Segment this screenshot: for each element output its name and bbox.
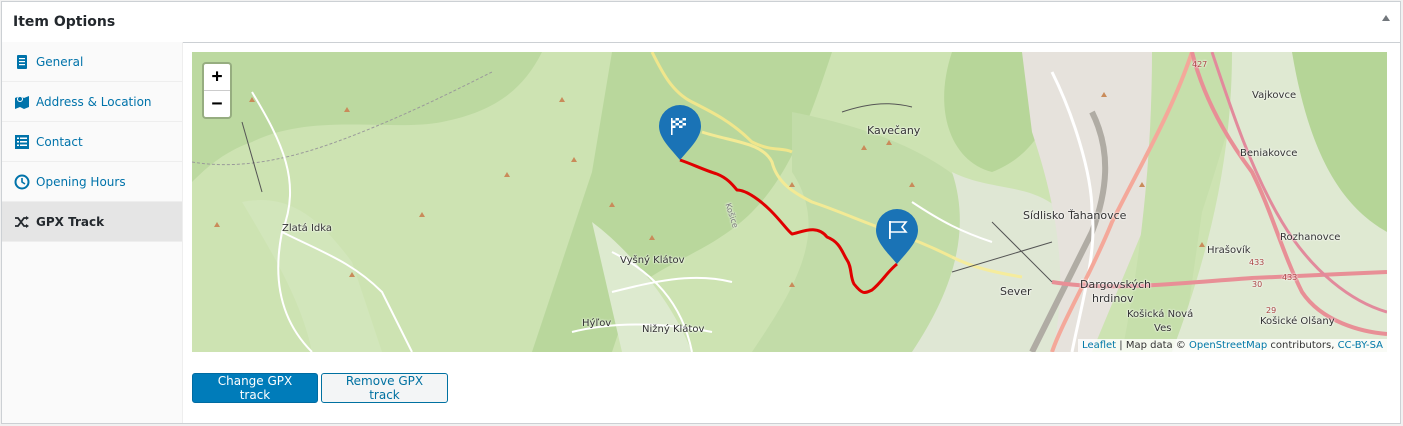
tab-opening-hours[interactable]: Opening Hours [2,162,182,202]
tab-label: Contact [36,134,83,149]
map-label: Košická Nová [1127,309,1194,320]
map-label: Vyšný Klátov [620,255,685,266]
map-label: Ves [1154,323,1172,334]
map-attribution: Leaflet | Map data © OpenStreetMap contr… [1078,339,1387,352]
map-label: Beniakovce [1240,148,1298,159]
tab-label: General [36,54,84,69]
map-label: Rozhanovce [1280,232,1341,243]
metabox-title: Item Options [13,14,116,30]
license-link[interactable]: CC-BY-SA [1338,340,1383,351]
options-tabs: General Address & Location Contact Openi… [2,42,183,423]
road-label: 427 [1192,60,1208,69]
tab-label: Opening Hours [36,174,126,189]
road-label: 29 [1266,306,1277,315]
zoom-out-button[interactable]: − [204,91,230,117]
gpx-map[interactable]: Zlatá Idka Vyšný Klátov Nižný Klátov Hýľ… [192,52,1387,352]
osm-link[interactable]: OpenStreetMap [1189,340,1267,351]
map-label: Dargovských [1080,278,1152,291]
map-label: hrdinov [1092,292,1134,305]
map-label: Košické Olšany [1260,316,1335,327]
change-gpx-track-button[interactable]: Change GPX track [192,373,318,403]
tab-label: GPX Track [36,214,105,229]
map-label: Kavečany [867,124,921,137]
map-tiles [192,52,1387,352]
clock-icon [14,174,30,190]
tab-contact[interactable]: Contact [2,122,182,162]
road-label: 30 [1252,280,1263,289]
remove-gpx-track-button[interactable]: Remove GPX track [321,373,448,403]
map-label: Zlatá Idka [282,223,333,234]
road-label: 433 [1282,273,1298,282]
map-icon [14,94,30,110]
attribution-text: contributors, [1267,340,1338,351]
collapse-toggle-icon[interactable] [1382,15,1390,21]
zoom-in-button[interactable]: + [204,64,230,91]
shuffle-icon [14,214,30,230]
map-label: Hýľov [582,318,612,329]
tab-gpx-track[interactable]: GPX Track [2,202,182,242]
road-label: 433 [1249,258,1265,267]
tab-address-location[interactable]: Address & Location [2,82,182,122]
map-label: Sever [1000,285,1032,298]
metabox-header: Item Options [2,2,1400,43]
tab-general[interactable]: General [2,42,182,82]
document-icon [14,54,30,70]
map-label: Hrašovík [1207,245,1251,256]
map-label: Sídlisko Ťahanovce [1023,209,1127,222]
map-label: Nižný Klátov [642,324,705,335]
zoom-control: + − [202,62,232,119]
tab-label: Address & Location [36,94,152,109]
attribution-text: | Map data © [1116,340,1189,351]
list-icon [14,134,30,150]
map-label: Vajkovce [1252,90,1297,101]
leaflet-link[interactable]: Leaflet [1082,340,1116,351]
